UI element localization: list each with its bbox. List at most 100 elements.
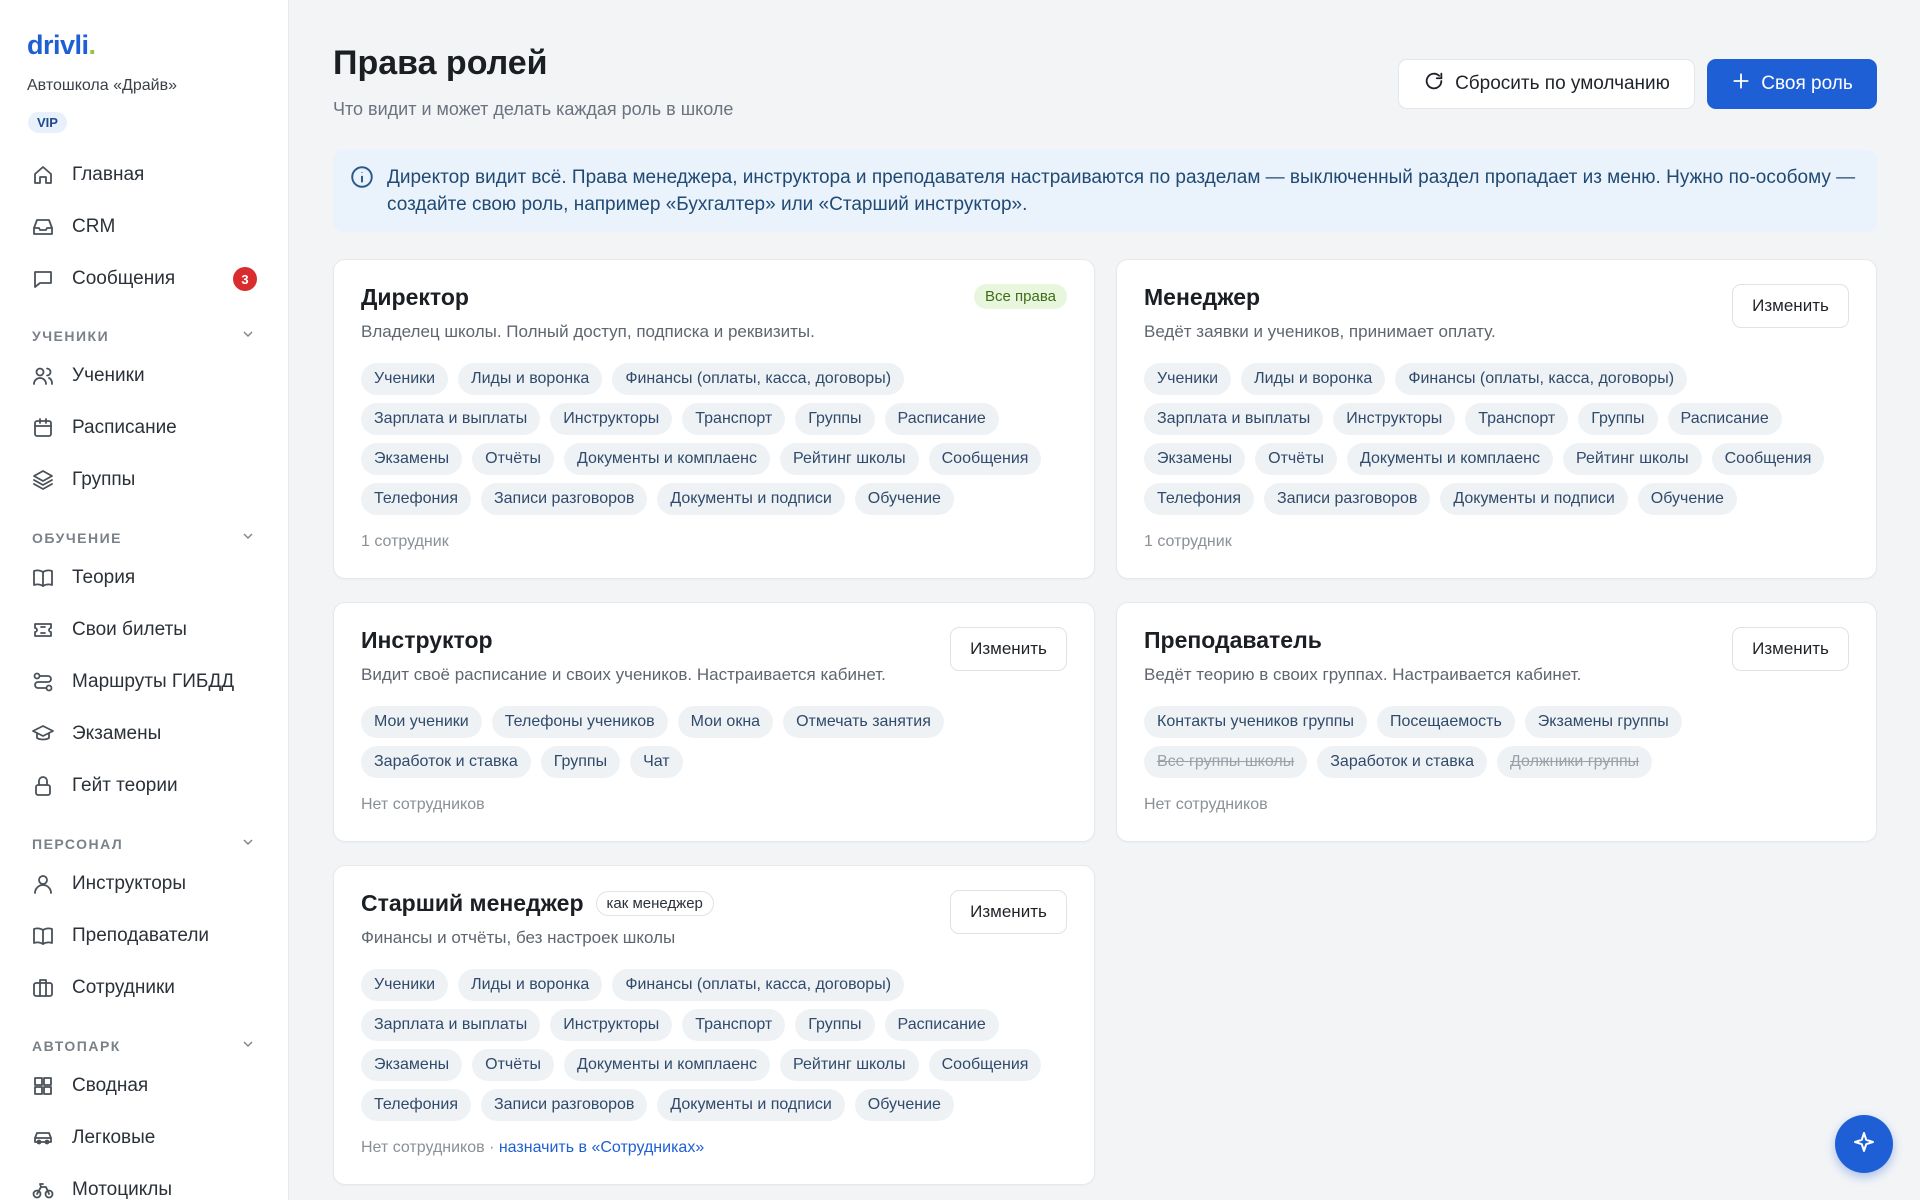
permission-chip: Ученики: [361, 363, 449, 395]
sidebar-item-grid[interactable]: Сводная: [30, 1066, 260, 1106]
sidebar-item-graduation[interactable]: Экзамены: [30, 714, 260, 754]
permission-chip: Расписание: [1667, 403, 1782, 435]
permission-chip: Экзамены: [361, 443, 463, 475]
permission-chip: Экзамены группы: [1524, 706, 1682, 738]
permission-chip: Документы и комплаенс: [1347, 443, 1554, 475]
role-description: Ведёт теорию в своих группах. Настраивае…: [1144, 665, 1582, 684]
sidebar-item-label: Гейт теории: [72, 775, 178, 796]
lock-icon: [30, 773, 56, 799]
sidebar-item-book[interactable]: Теория: [30, 558, 260, 598]
sidebar-item-label: Сотрудники: [72, 977, 175, 998]
sidebar-item-ticket[interactable]: Свои билеты: [30, 610, 260, 650]
permission-chip: Рейтинг школы: [780, 443, 919, 475]
permission-chip: Обучение: [1637, 483, 1737, 515]
page-subtitle: Что видит и может делать каждая роль в ш…: [333, 99, 734, 119]
book-icon: [30, 565, 56, 591]
assign-in-staff-link[interactable]: назначить в «Сотрудниках»: [499, 1139, 704, 1156]
permission-chip: Обучение: [854, 1089, 954, 1121]
role-staff-count: Нет сотрудников · назначить в «Сотрудник…: [361, 1139, 705, 1156]
sidebar-item-user[interactable]: Инструкторы: [30, 864, 260, 904]
role-card-instructor: Инструктор Изменить Видит своё расписани…: [333, 602, 1095, 842]
sidebar-item-label: Преподаватели: [72, 925, 210, 946]
grid-icon: [30, 1073, 56, 1099]
book-open-icon: [30, 923, 56, 949]
role-base-tag: как менеджер: [595, 891, 714, 916]
sidebar-item-label: Теория: [72, 567, 136, 588]
refresh-icon: [1423, 70, 1445, 98]
school-name: Автошкола «Драйв»: [27, 77, 177, 94]
sidebar-item-car[interactable]: Легковые: [30, 1118, 260, 1158]
role-description: Ведёт заявки и учеников, принимает оплат…: [1144, 322, 1496, 341]
assistant-fab-button[interactable]: [1835, 1115, 1893, 1173]
sidebar-item-route[interactable]: Маршруты ГИБДД: [30, 662, 260, 702]
graduation-icon: [30, 721, 56, 747]
sidebar-item-calendar[interactable]: Расписание: [30, 408, 260, 448]
permission-chip: Документы и подписи: [657, 483, 845, 515]
edit-role-button[interactable]: Изменить: [1732, 284, 1849, 328]
sidebar-item-label: CRM: [72, 216, 116, 237]
sidebar-item-book-open[interactable]: Преподаватели: [30, 916, 260, 956]
permission-chip: Транспорт: [1465, 403, 1569, 435]
sidebar-section-toggle[interactable]: УЧЕНИКИ: [32, 326, 256, 345]
sidebar-item-lock[interactable]: Гейт теории: [30, 766, 260, 806]
sidebar-item-label: Группы: [72, 469, 136, 490]
permission-chips: Ученики Лиды и воронка Финансы (оплаты, ка…: [361, 363, 1051, 515]
logo[interactable]: drivli.: [27, 30, 96, 61]
reset-defaults-button[interactable]: Сбросить по умолчанию: [1398, 59, 1695, 109]
sidebar-item-label: Свои билеты: [72, 619, 187, 640]
permission-chip: Экзамены: [1144, 443, 1246, 475]
permission-chip: Заработок и ставка: [1317, 746, 1487, 778]
section-title: ПЕРСОНАЛ: [32, 835, 124, 852]
home-icon: [30, 162, 56, 188]
permission-chip: Расписание: [884, 1009, 999, 1041]
permission-chip: Транспорт: [682, 403, 786, 435]
sidebar-section-toggle[interactable]: ОБУЧЕНИЕ: [32, 528, 256, 547]
permission-chip: Телефония: [1144, 483, 1254, 515]
permission-chip: Рейтинг школы: [1563, 443, 1702, 475]
sidebar-section-toggle[interactable]: ПЕРСОНАЛ: [32, 834, 256, 853]
edit-role-button[interactable]: Изменить: [950, 890, 1067, 934]
sparkle-icon: [1852, 1130, 1876, 1159]
sidebar-item-message[interactable]: Сообщения 3: [30, 259, 260, 299]
role-card-director: Директор Все права Владелец школы. Полны…: [333, 259, 1095, 579]
sidebar-item-briefcase[interactable]: Сотрудники: [30, 968, 260, 1008]
sidebar-item-layers[interactable]: Группы: [30, 460, 260, 500]
ticket-icon: [30, 617, 56, 643]
permission-chip: Отчёты: [472, 443, 554, 475]
permission-chip: Расписание: [884, 403, 999, 435]
permission-chip: Зарплата и выплаты: [361, 403, 541, 435]
add-role-button[interactable]: Своя роль: [1707, 59, 1877, 109]
sidebar-item-label: Легковые: [72, 1127, 156, 1148]
sidebar-item-inbox[interactable]: CRM: [30, 207, 260, 247]
chevron-down-icon: [240, 1036, 256, 1055]
permission-chip: Рейтинг школы: [780, 1049, 919, 1081]
permission-chip: Лиды и воронка: [458, 969, 603, 1001]
role-title: Инструктор: [361, 627, 493, 653]
permission-chips: Ученики Лиды и воронка Финансы (оплаты, ка…: [1144, 363, 1834, 515]
permission-chip: Группы: [795, 403, 875, 435]
edit-role-button[interactable]: Изменить: [1732, 627, 1849, 671]
sidebar-section-toggle[interactable]: АВТОПАРК: [32, 1036, 256, 1055]
sidebar-item-users[interactable]: Ученики: [30, 356, 260, 396]
edit-role-button[interactable]: Изменить: [950, 627, 1067, 671]
permission-chip: Отчёты: [1255, 443, 1337, 475]
sidebar-item-home[interactable]: Главная: [30, 155, 260, 195]
sidebar-item-label: Экзамены: [72, 723, 162, 744]
vip-badge: VIP: [28, 112, 67, 133]
role-staff-count: 1 сотрудник: [361, 533, 449, 550]
permission-chip: Группы: [540, 746, 621, 778]
plus-icon: [1731, 71, 1751, 97]
permission-chip: Сообщения: [928, 1049, 1042, 1081]
sidebar-item-bike[interactable]: Мотоциклы: [30, 1170, 260, 1200]
permission-chip: Записи разговоров: [480, 1089, 648, 1121]
info-icon: [349, 164, 375, 190]
permission-chip: Инструкторы: [550, 1009, 673, 1041]
sidebar-item-label: Мотоциклы: [72, 1179, 173, 1200]
role-staff-count: Нет сотрудников: [361, 796, 485, 813]
role-staff-count: 1 сотрудник: [1144, 533, 1232, 550]
permission-chip: Все группы школы: [1144, 746, 1308, 778]
permission-chip: Группы: [1578, 403, 1658, 435]
unread-count-badge: 3: [233, 267, 257, 291]
permission-chip: Сообщения: [1711, 443, 1825, 475]
permission-chip: Документы и комплаенс: [564, 443, 771, 475]
